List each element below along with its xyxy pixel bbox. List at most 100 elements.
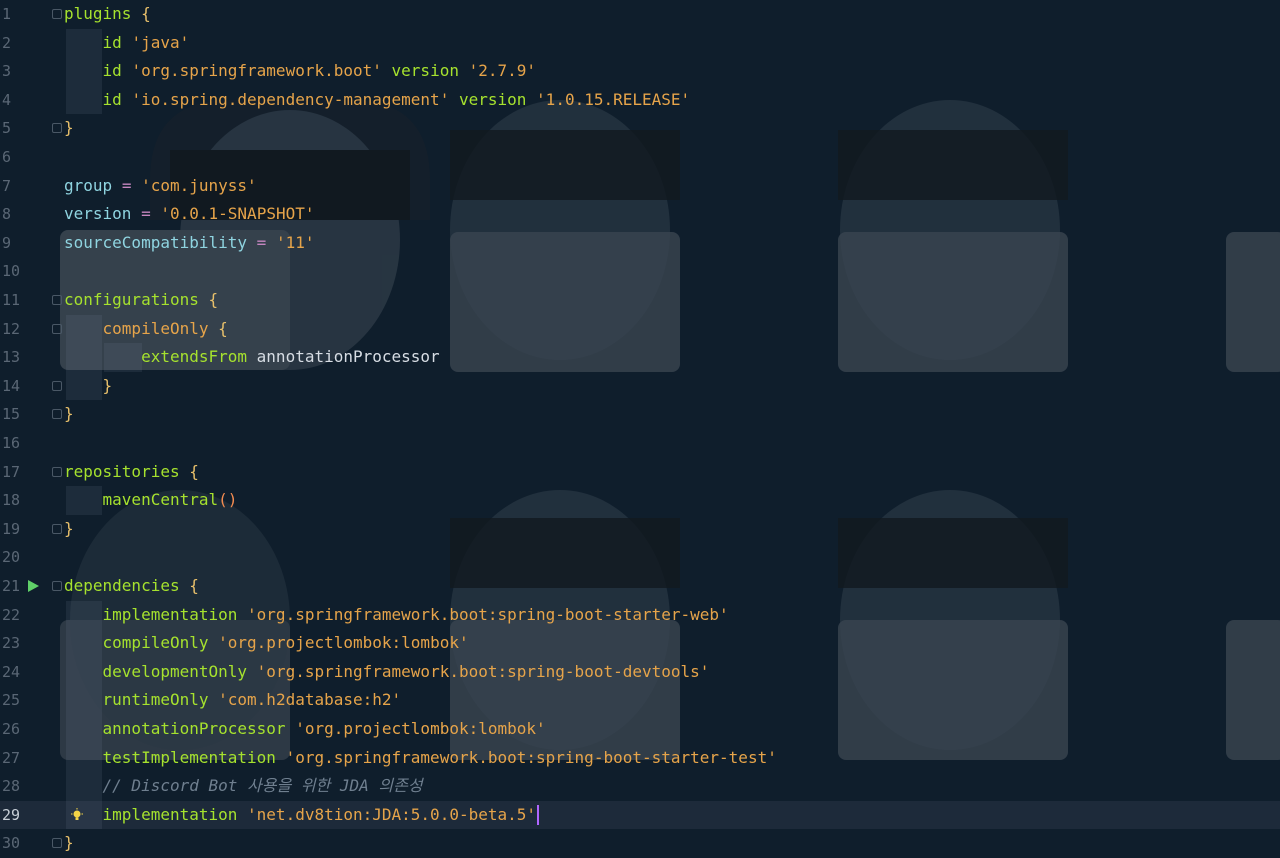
code-line[interactable]: 20 [0, 543, 1280, 572]
code-line[interactable]: 27 testImplementation 'org.springframewo… [0, 743, 1280, 773]
code-line[interactable]: 29 implementation 'net.dv8tion:JDA:5.0.0… [0, 800, 1280, 830]
code-token: } [64, 833, 74, 853]
fold-marker-icon[interactable] [52, 838, 62, 849]
line-number: 25 [2, 691, 21, 710]
code-token: { [208, 290, 219, 309]
line-number: 19 [2, 519, 21, 538]
line-number: 15 [2, 405, 21, 424]
code-token: annotationProcessor [102, 719, 286, 738]
code-token: { [141, 4, 151, 23]
code-token: 'org.projectlombok:lombok' [218, 633, 469, 653]
code-line[interactable]: 5} [0, 114, 1280, 143]
code-token: } [64, 518, 74, 538]
code-token: plugins [64, 4, 132, 23]
code-token: 'com.h2database:h2' [218, 690, 402, 710]
code-token: 'org.projectlombok:lombok' [295, 719, 546, 738]
run-gutter-icon[interactable] [26, 579, 40, 593]
fold-marker-icon[interactable] [52, 9, 62, 19]
code-token: implementation [102, 604, 238, 624]
code-line[interactable]: 1 plugins { [0, 0, 1280, 29]
code-line[interactable]: 17 repositories { [0, 458, 1280, 487]
line-number: 21 [2, 577, 21, 595]
code-text: extendsFrom annotationProcessor [64, 343, 440, 372]
line-number: 6 [2, 148, 12, 166]
code-line[interactable]: 21 dependencies { [0, 572, 1280, 601]
code-line[interactable]: 22 implementation 'org.springframework.b… [0, 600, 1280, 630]
line-number: 26 [2, 720, 21, 738]
code-line[interactable]: 25 runtimeOnly 'com.h2database:h2' [0, 686, 1280, 715]
code-token: id [102, 89, 122, 109]
fold-marker-icon[interactable] [52, 123, 62, 134]
code-line[interactable]: 6 [0, 143, 1280, 172]
code-text: id 'org.springframework.boot' version '2… [64, 57, 537, 86]
code-line[interactable]: 4 id 'io.spring.dependency-management' v… [0, 85, 1280, 115]
code-line[interactable]: 16 [0, 429, 1280, 458]
code-line[interactable]: 7 group = 'com.junyss' [0, 172, 1280, 201]
code-line[interactable]: 9 sourceCompatibility = '11' [0, 229, 1280, 258]
line-number: 22 [2, 605, 21, 624]
code-token: version [458, 89, 527, 109]
code-text: implementation 'org.springframework.boot… [64, 601, 729, 630]
code-token: extendsFrom [141, 347, 248, 367]
code-text: } [64, 515, 74, 544]
code-token: compileOnly [102, 633, 209, 653]
code-text: } [64, 400, 74, 429]
text-cursor [537, 805, 540, 826]
code-line[interactable]: 12 compileOnly { [0, 314, 1280, 344]
code-line[interactable]: 23 compileOnly 'org.projectlombok:lombok… [0, 629, 1280, 658]
code-line[interactable]: 19} [0, 515, 1280, 544]
fold-marker-icon[interactable] [52, 295, 62, 305]
code-editor[interactable]: 1 plugins {2 id 'java' 3 id 'org.springfra… [0, 0, 1280, 854]
code-line[interactable]: 10 [0, 257, 1280, 286]
code-line[interactable]: 26 annotationProcessor 'org.projectlombo… [0, 715, 1280, 744]
line-number: 5 [2, 119, 12, 138]
fold-marker-icon[interactable] [52, 581, 62, 591]
code-line[interactable]: 14 } [0, 371, 1280, 401]
code-line[interactable]: 24 developmentOnly 'org.springframework.… [0, 657, 1280, 687]
code-text: compileOnly 'org.projectlombok:lombok' [64, 629, 469, 658]
code-token: 'org.springframework.boot:spring-boot-de… [256, 661, 710, 681]
code-line[interactable]: 13 extendsFrom annotationProcessor [0, 343, 1280, 372]
fold-marker-icon[interactable] [52, 409, 62, 420]
fold-marker-icon[interactable] [52, 380, 62, 391]
fold-marker-icon[interactable] [52, 523, 62, 534]
fold-marker-icon[interactable] [52, 466, 62, 477]
line-number: 16 [2, 434, 21, 452]
code-line[interactable]: 3 id 'org.springframework.boot' version … [0, 57, 1280, 86]
code-line[interactable]: 28 // Discord Bot 사용을 위한 JDA 의존성 [0, 772, 1280, 801]
code-text: // Discord Bot 사용을 위한 JDA 의존성 [64, 772, 423, 801]
code-token: = [121, 175, 132, 195]
code-line[interactable]: 2 id 'java' [0, 28, 1280, 58]
code-line[interactable]: 8 version = '0.0.1-SNAPSHOT' [0, 200, 1280, 229]
fold-marker-icon[interactable] [52, 323, 62, 334]
code-line[interactable]: 18 mavenCentral() [0, 486, 1280, 515]
code-line[interactable]: 15} [0, 400, 1280, 429]
code-text: } [64, 114, 74, 143]
line-number: 27 [2, 748, 21, 767]
code-token: annotationProcessor [247, 347, 440, 367]
code-token: = [256, 232, 267, 252]
code-token: 'com.junyss' [141, 175, 257, 195]
code-token: id [102, 32, 122, 52]
line-number: 4 [2, 90, 12, 109]
code-line[interactable]: 11 configurations { [0, 286, 1280, 315]
code-token: = [141, 204, 151, 224]
code-text: configurations { [64, 286, 218, 315]
